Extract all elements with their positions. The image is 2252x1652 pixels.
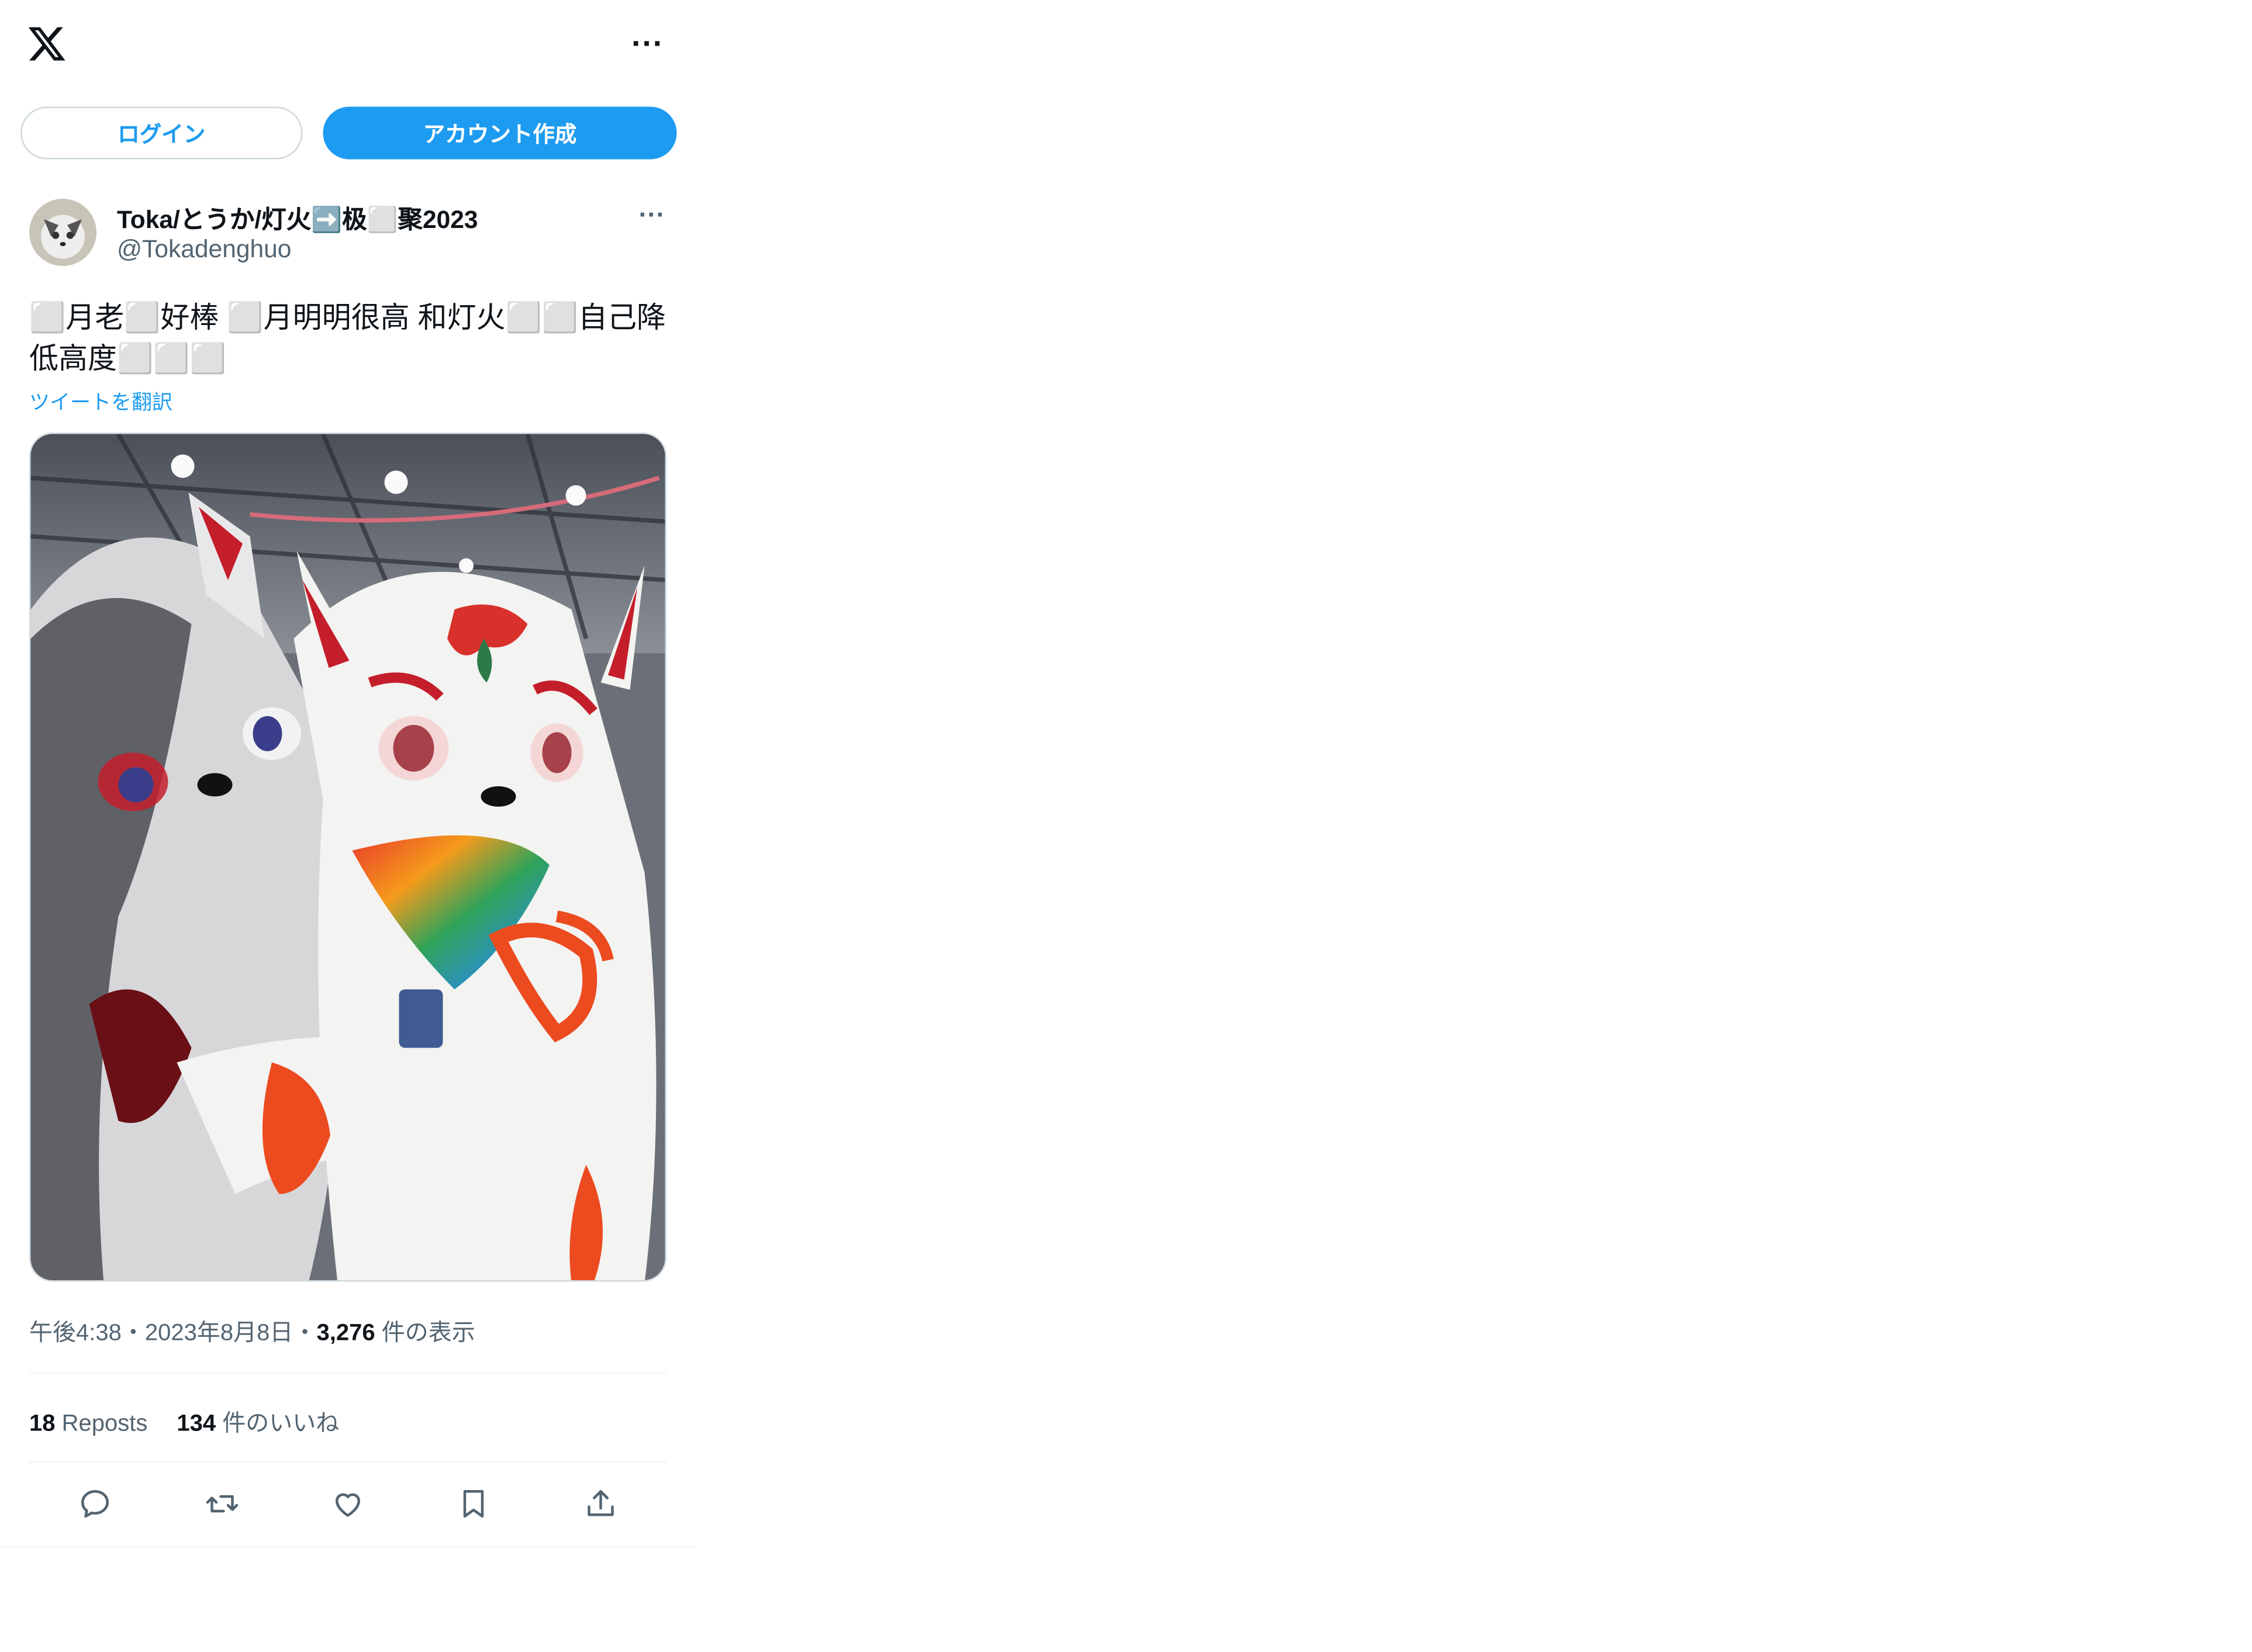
login-button[interactable]: ログイン <box>20 106 303 160</box>
translate-link[interactable]: ツイートを翻訳 <box>29 388 172 417</box>
more-horizontal-icon[interactable]: ··· <box>626 26 669 61</box>
bookmark-icon[interactable] <box>452 1482 496 1526</box>
likes-stat[interactable]: 134 件のいいね <box>177 1403 339 1438</box>
tweet-stats: 18 Reposts 134 件のいいね <box>29 1403 368 1438</box>
tweet-time[interactable]: 午後4:38 <box>29 1321 122 1346</box>
meta-sep: ・ <box>121 1321 145 1346</box>
meta-sep: ・ <box>293 1321 317 1346</box>
reposts-label: Reposts <box>61 1412 148 1437</box>
x-logo-icon[interactable] <box>26 23 67 64</box>
reply-icon[interactable] <box>73 1482 117 1526</box>
tweet-date[interactable]: 2023年8月8日 <box>145 1321 293 1346</box>
divider <box>29 1372 666 1374</box>
avatar[interactable] <box>29 199 96 266</box>
page: ··· ログイン アカウント作成 Toka/とうか/灯火➡️极⬜聚2023 @T… <box>0 0 2251 1651</box>
tweet-text: ⬜月老⬜好棒 ⬜月明明很高 和灯火⬜⬜自己降低高度⬜⬜⬜ <box>29 302 666 376</box>
tweet-actions <box>29 1476 666 1529</box>
tweet-meta: 午後4:38・2023年8月8日・3,276 件の表示 <box>29 1312 475 1347</box>
reposts-count: 18 <box>29 1412 56 1437</box>
top-bar: ··· <box>0 0 696 91</box>
share-icon[interactable] <box>579 1482 623 1526</box>
likes-label: 件のいいね <box>222 1412 340 1437</box>
tweet-more-icon[interactable]: ··· <box>634 201 669 230</box>
display-name[interactable]: Toka/とうか/灯火➡️极⬜聚2023 <box>117 199 478 236</box>
tweet-photo[interactable] <box>29 433 666 1282</box>
signup-button[interactable]: アカウント作成 <box>323 106 677 160</box>
views-count: 3,276 <box>316 1321 375 1346</box>
likes-count: 134 <box>177 1412 216 1437</box>
user-handle[interactable]: @Tokadenghuo <box>117 236 291 265</box>
tweet-column: ··· ログイン アカウント作成 Toka/とうか/灯火➡️极⬜聚2023 @T… <box>0 0 696 1548</box>
repost-icon[interactable] <box>201 1482 244 1526</box>
reposts-stat[interactable]: 18 Reposts <box>29 1412 147 1438</box>
like-icon[interactable] <box>326 1482 370 1526</box>
divider <box>29 1461 666 1463</box>
views-label: 件の表示 <box>381 1321 475 1346</box>
